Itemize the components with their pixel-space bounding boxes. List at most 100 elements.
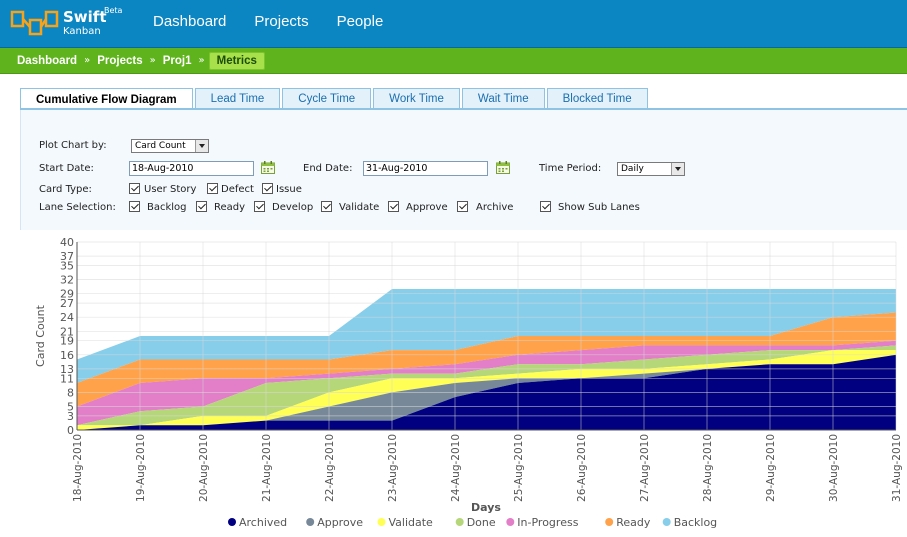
legend-label-ready: Ready	[616, 516, 651, 529]
tab-work-time[interactable]: Work Time	[373, 88, 460, 109]
y-tick-label: 37	[60, 250, 74, 263]
nav-dashboard[interactable]: Dashboard	[153, 13, 226, 30]
cumulative-flow-chart: 0 3 5 8 11 13 16 19 21 24 27 29 32 35 37 40 18-Aug-2010 1…	[20, 230, 907, 537]
y-tick-label: 29	[60, 288, 74, 301]
legend-label-archived: Archived	[239, 516, 287, 529]
main-nav: Dashboard Projects People	[153, 13, 383, 30]
x-tick-label: 30-Aug-2010	[828, 434, 840, 502]
tab-lead-time[interactable]: Lead Time	[194, 88, 281, 109]
start-date-label: Start Date:	[39, 163, 94, 174]
lane-archive-label: Archive	[476, 202, 514, 213]
breadcrumb: Dashboard » Projects » Proj1 » Metrics	[0, 48, 907, 74]
lane-backlog-label: Backlog	[147, 202, 187, 213]
x-tick-label: 21-Aug-2010	[261, 434, 273, 502]
app-window: Swift Beta Kanban Dashboard Projects Peo…	[0, 0, 907, 537]
time-period-value: Daily	[621, 164, 644, 174]
y-tick-label: 5	[67, 401, 74, 414]
metrics-tabs: Cumulative Flow Diagram Lead Time Cycle …	[20, 88, 650, 110]
nav-projects[interactable]: Projects	[254, 13, 308, 30]
plot-by-select[interactable]: Card Count	[131, 139, 209, 153]
calendar-icon[interactable]	[261, 161, 275, 174]
breadcrumb-separator: »	[198, 55, 205, 66]
x-tick-label: 27-Aug-2010	[639, 434, 651, 502]
legend-label-validate: Validate	[389, 516, 434, 529]
chevron-down-icon	[671, 163, 684, 175]
card-type-issue-checkbox[interactable]	[262, 183, 273, 194]
y-tick-label: 21	[60, 325, 74, 338]
lane-develop-checkbox[interactable]	[254, 201, 265, 212]
tab-blocked-time[interactable]: Blocked Time	[546, 88, 648, 109]
x-tick-label: 22-Aug-2010	[324, 434, 336, 502]
y-tick-label: 13	[60, 363, 74, 376]
x-tick-label: 18-Aug-2010	[72, 434, 84, 502]
lane-selection-label: Lane Selection:	[39, 202, 116, 213]
lane-validate-checkbox[interactable]	[321, 201, 332, 212]
x-tick-label: 25-Aug-2010	[513, 434, 525, 502]
top-navigation-bar: Swift Beta Kanban Dashboard Projects Peo…	[0, 0, 907, 48]
beta-badge: Beta	[104, 6, 123, 15]
x-tick-label: 20-Aug-2010	[198, 434, 210, 502]
y-tick-label: 32	[60, 274, 74, 287]
tab-cumulative-flow-diagram[interactable]: Cumulative Flow Diagram	[20, 88, 193, 110]
x-tick-label: 24-Aug-2010	[450, 434, 462, 502]
x-tick-label: 28-Aug-2010	[702, 434, 714, 502]
legend-marker-backlog	[662, 518, 671, 526]
card-type-label: Card Type:	[39, 184, 92, 195]
lane-backlog-checkbox[interactable]	[129, 201, 140, 212]
lane-validate-label: Validate	[339, 202, 380, 213]
y-axis-title: Card Count	[34, 304, 47, 367]
x-tick-label: 29-Aug-2010	[765, 434, 777, 502]
legend-marker-in-progress	[506, 518, 515, 526]
tab-cycle-time[interactable]: Cycle Time	[282, 88, 372, 109]
time-period-select[interactable]: Daily	[617, 162, 685, 176]
swift-kanban-logo[interactable]: Swift Beta Kanban	[10, 6, 130, 42]
kanban-board-icon	[10, 10, 59, 36]
legend-marker-validate	[377, 518, 386, 526]
time-period-label: Time Period:	[539, 163, 602, 174]
x-tick-label: 31-Aug-2010	[891, 434, 903, 502]
end-date-label: End Date:	[303, 163, 353, 174]
plot-by-label: Plot Chart by:	[39, 140, 107, 151]
logo-wordmark: Swift	[63, 8, 107, 26]
y-tick-label: 24	[60, 311, 74, 324]
cumulative-flow-chart-svg: 035811131619212427293235374018-Aug-2010 1…	[34, 236, 903, 529]
breadcrumb-proj1[interactable]: Proj1	[156, 55, 199, 67]
show-sub-lanes-label: Show Sub Lanes	[558, 202, 640, 213]
calendar-icon[interactable]	[496, 161, 510, 174]
lane-ready-label: Ready	[214, 202, 246, 213]
lane-approve-label: Approve	[406, 202, 448, 213]
plot-by-value: Card Count	[135, 141, 186, 151]
breadcrumb-projects[interactable]: Projects	[90, 55, 149, 67]
legend-marker-archived	[228, 518, 236, 526]
card-type-issue-label: Issue	[276, 184, 302, 195]
card-type-defect-label: Defect	[221, 184, 254, 195]
x-tick-label: 26-Aug-2010	[576, 434, 588, 502]
lane-archive-checkbox[interactable]	[457, 201, 468, 212]
show-sub-lanes-checkbox[interactable]	[540, 201, 551, 212]
legend-label-backlog: Backlog	[674, 516, 717, 529]
card-type-user-story-checkbox[interactable]	[129, 183, 140, 194]
lane-ready-checkbox[interactable]	[196, 201, 207, 212]
x-tick-label: 19-Aug-2010	[135, 434, 147, 502]
nav-people[interactable]: People	[337, 13, 384, 30]
x-axis-title: Days	[471, 501, 501, 514]
legend-marker-done	[455, 518, 464, 526]
start-date-input[interactable]: 18-Aug-2010	[129, 161, 254, 176]
card-type-defect-checkbox[interactable]	[207, 183, 218, 194]
legend-label-done: Done	[467, 516, 496, 529]
lane-approve-checkbox[interactable]	[388, 201, 399, 212]
legend-label-approve: Approve	[317, 516, 363, 529]
logo-subtitle: Kanban	[63, 26, 101, 37]
chevron-down-icon	[195, 140, 208, 152]
y-tick-label: 8	[67, 386, 74, 399]
legend-label-in-progress: In-Progress	[517, 516, 578, 529]
legend-marker-approve	[306, 518, 315, 526]
breadcrumb-metrics[interactable]: Metrics	[208, 51, 265, 70]
card-type-user-story-label: User Story	[144, 184, 197, 195]
tab-wait-time[interactable]: Wait Time	[461, 88, 545, 109]
y-tick-label: 40	[60, 236, 74, 249]
breadcrumb-dashboard[interactable]: Dashboard	[10, 55, 84, 67]
x-tick-label: 23-Aug-2010	[387, 434, 399, 502]
y-tick-label: 16	[60, 349, 74, 362]
end-date-input[interactable]: 31-Aug-2010	[363, 161, 488, 176]
